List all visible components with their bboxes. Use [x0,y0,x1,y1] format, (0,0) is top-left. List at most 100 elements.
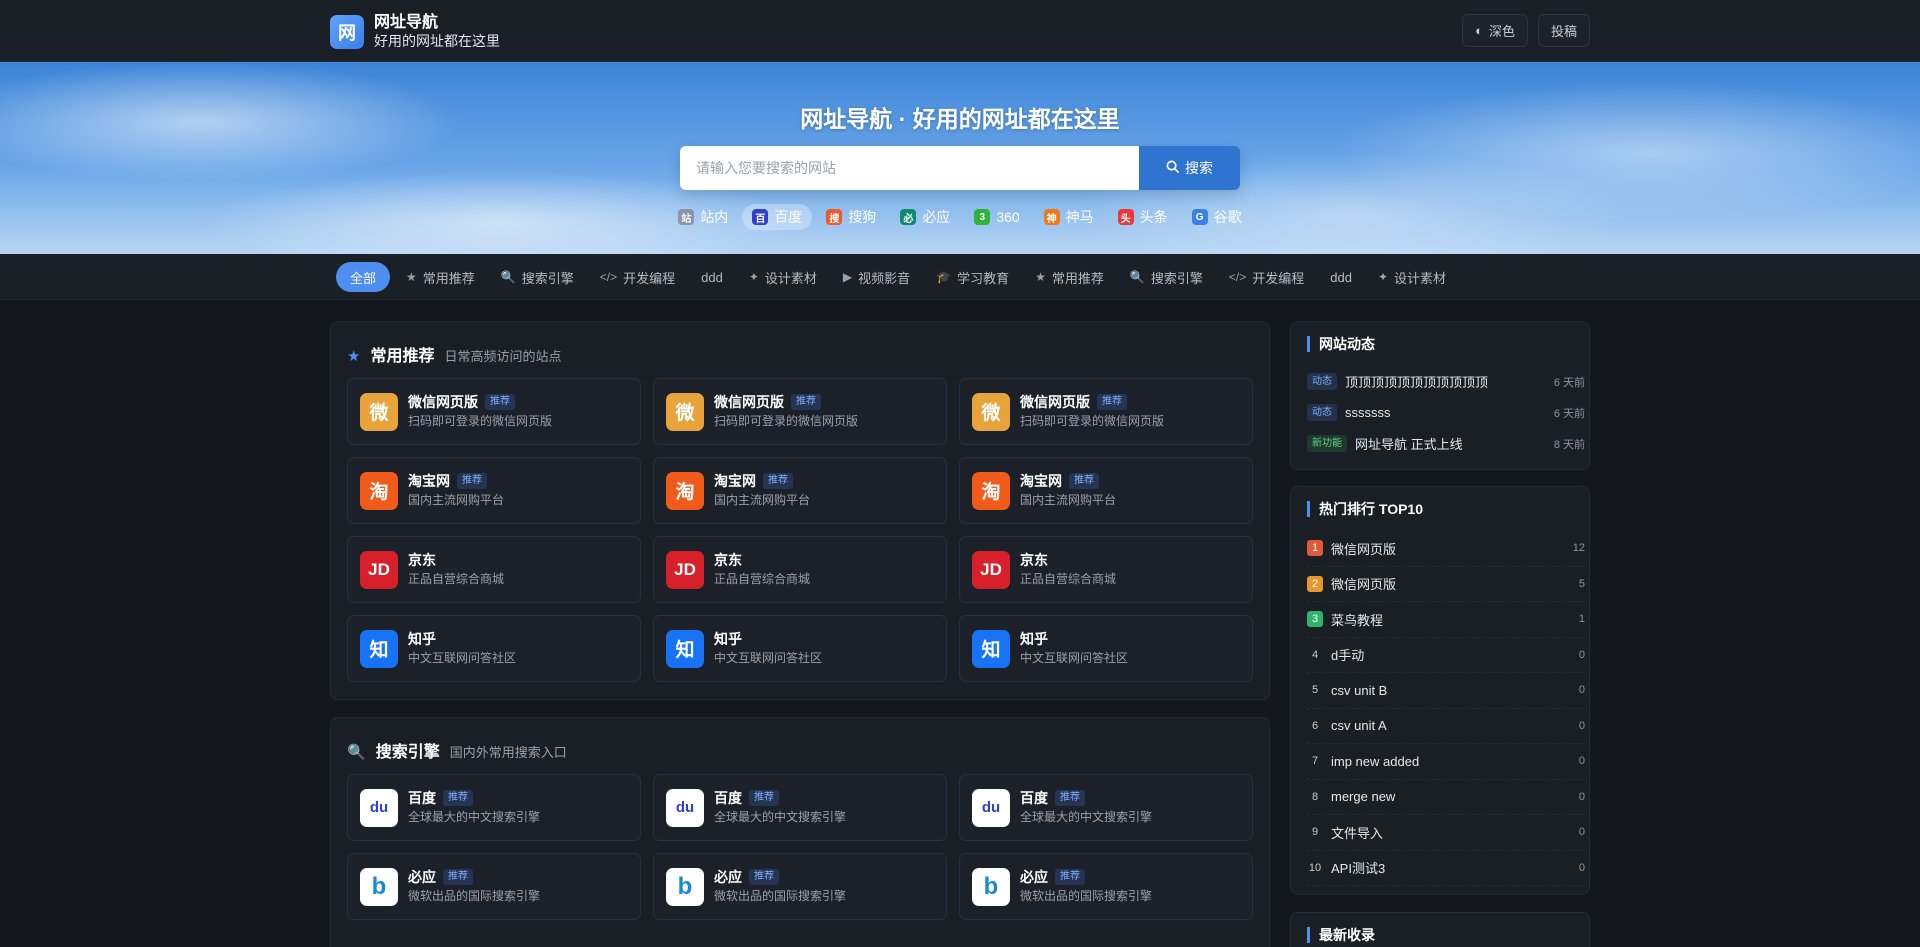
section-title: 常用推荐 [370,348,435,365]
category-tab-0[interactable]: 全部 [336,262,391,292]
recommend-badge: 推荐 [763,473,793,489]
site-card[interactable]: 微微信网页版 推荐 扫码即可登录的微信网页版 [347,378,641,445]
theme-toggle-button[interactable]: ◐ 深色 [1462,14,1528,47]
ranking-item[interactable]: 10 API测试3 0 [1307,851,1585,886]
site-card[interactable]: du 百度 推荐 全球最大的中文搜索引擎 [347,774,641,841]
ranking-item[interactable]: 3 菜鸟教程 1 [1307,602,1585,638]
category-tab-9[interactable]: 🔍 搜索引擎 [1120,262,1213,292]
site-name: 知乎 [714,630,742,647]
category-icon: 🔍 [500,270,516,284]
recommend-badge: 推荐 [485,394,515,410]
category-tab-7[interactable]: 🎓 学习教育 [926,262,1019,292]
search-input[interactable] [680,146,1139,190]
engine-tab-1[interactable]: 百百度 [742,204,813,230]
ranking-item[interactable]: 6 csv unit A 0 [1307,709,1585,744]
site-card[interactable]: 知知乎 中文互联网问答社区 [347,615,641,682]
category-tab-3[interactable]: </> 开发编程 [590,262,685,292]
engine-tab-5[interactable]: 神神马 [1034,204,1104,230]
ranking-item[interactable]: 2 微信网页版 5 [1307,567,1585,602]
site-name: 淘宝网 [408,472,450,489]
engine-tab-3[interactable]: 必必应 [890,204,960,230]
news-item[interactable]: 动态 sssssss 6 天前 [1307,397,1585,428]
site-card[interactable]: du 百度 推荐 全球最大的中文搜索引擎 [653,774,947,841]
engine-tab-4[interactable]: 3 360 [964,204,1029,230]
site-card[interactable]: JD 京东 正品自营综合商城 [347,536,641,603]
submit-site-button[interactable]: 投稿 [1537,14,1590,47]
category-icon: </> [1228,270,1247,284]
site-card[interactable]: 微微信网页版 推荐 扫码即可登录的微信网页版 [653,378,947,445]
ranking-item[interactable]: 7 imp new added 0 [1307,744,1585,780]
site-card[interactable]: du 百度 推荐 全球最大的中文搜索引擎 [959,774,1253,841]
site-logo-icon: JD [666,550,704,589]
site-logo-icon: b [666,867,704,906]
rank-number: 1 [1307,540,1323,557]
site-card[interactable]: 微微信网页版 推荐 扫码即可登录的微信网页版 [959,378,1253,445]
site-card[interactable]: 知知乎 中文互联网问答社区 [959,615,1253,682]
news-text: 网址导航 正式上线 [1355,437,1463,452]
engine-label: 搜狗 [848,209,877,225]
category-tab-6[interactable]: ▶ 视频影音 [833,262,920,292]
site-card[interactable]: 淘淘宝网 推荐国内主流网购平台 [653,457,947,524]
ranking-item[interactable]: 9 文件导入 0 [1307,815,1585,851]
top-bar: 网 网址导航 好用的网址都在这里 ◐ 深色 投稿 [0,0,1920,62]
news-item[interactable]: 新功能 网址导航 正式上线 8 天前 [1307,428,1585,459]
site-card[interactable]: 淘淘宝网 推荐 国内主流网购平台 [347,457,641,524]
category-tab-4[interactable]: ddd [691,262,733,292]
engine-logo-icon: 搜 [826,209,843,225]
site-logo-icon: 淘 [666,471,704,510]
engine-tab-6[interactable]: 头头条 [1108,204,1178,230]
brand[interactable]: 网 网址导航 好用的网址都在这里 [330,14,500,50]
category-label: 搜索引擎 [521,270,574,286]
section-panel-search: 🔍 搜索引擎 国内外常用搜索入口 du 百度 推荐 全球最大的中文搜索引擎 du 百度 推荐… [330,717,1270,947]
search-button[interactable]: 搜索 [1139,146,1240,190]
rank-number: 2 [1307,575,1323,592]
category-icon: ✦ [1377,270,1389,284]
category-label: ddd [1330,269,1352,285]
category-tab-10[interactable]: </> 开发编程 [1219,262,1314,292]
site-desc: 全球最大的中文搜索引擎 [714,809,847,824]
category-tab-1[interactable]: ★ 常用推荐 [396,262,485,292]
site-title: 网址导航 [374,14,439,31]
site-desc: 正品自营综合商城 [714,571,811,586]
magnifier-icon: 🔍 [347,744,366,761]
site-card[interactable]: JD 京东 正品自营综合商城 [959,536,1253,603]
engine-tab-7[interactable]: G 谷歌 [1182,204,1252,230]
category-icon: 🔍 [1129,270,1145,284]
category-tab-2[interactable]: 🔍 搜索引擎 [491,262,584,292]
site-card[interactable]: b 必应 推荐 微软出品的国际搜索引擎 [653,853,947,920]
site-name: 必应 [714,868,742,885]
category-tab-5[interactable]: ✦ 设计素材 [739,262,827,292]
engine-tab-2[interactable]: 搜搜狗 [816,204,886,230]
site-card[interactable]: b 必应 推荐 微软出品的国际搜索引擎 [959,853,1253,920]
category-tab-8[interactable]: ★ 常用推荐 [1025,262,1114,292]
rank-site-name: 微信网页版 [1331,541,1397,557]
site-card[interactable]: JD 京东 正品自营综合商城 [653,536,947,603]
news-time: 6 天前 [1553,407,1585,420]
ranking-item[interactable]: 8 merge new 0 [1307,780,1585,815]
ranking-item[interactable]: 4 d手动 0 [1307,638,1585,673]
rank-site-name: imp new added [1331,753,1420,769]
news-title: 网站动态 [1307,336,1375,352]
site-card[interactable]: 淘淘宝网 推荐 国内主流网购平台 [959,457,1253,524]
site-name: 微信网页版 [714,393,784,410]
section-title: 搜索引擎 [375,744,440,761]
category-tab-12[interactable]: ✦ 设计素材 [1368,262,1456,292]
site-desc: 国内主流网购平台 [714,492,811,507]
category-label: 常用推荐 [422,270,475,286]
site-card[interactable]: b 必应 推荐 微软出品的国际搜索引擎 [347,853,641,920]
ranking-item[interactable]: 5 csv unit B 0 [1307,673,1585,709]
category-label: 设计素材 [764,270,817,286]
news-item[interactable]: 动态 顶顶顶顶顶顶顶顶顶顶顶 6 天前 [1307,366,1585,397]
ranking-title: 热门排行 TOP10 [1307,501,1423,517]
ranking-item[interactable]: 1 微信网页版 12 [1307,531,1585,567]
category-tab-11[interactable]: ddd [1320,262,1362,292]
rank-visit-count: 0 [1578,719,1585,732]
site-desc: 国内主流网购平台 [1020,492,1117,507]
engine-tab-0[interactable]: 站站内 [668,204,738,230]
site-name: 淘宝网 [714,472,756,489]
site-name: 知乎 [408,630,436,647]
site-logo-icon: b [360,867,398,906]
logo-icon: 网 [330,15,364,49]
rank-visit-count: 0 [1578,790,1585,803]
site-card[interactable]: 知知乎 中文互联网问答社区 [653,615,947,682]
